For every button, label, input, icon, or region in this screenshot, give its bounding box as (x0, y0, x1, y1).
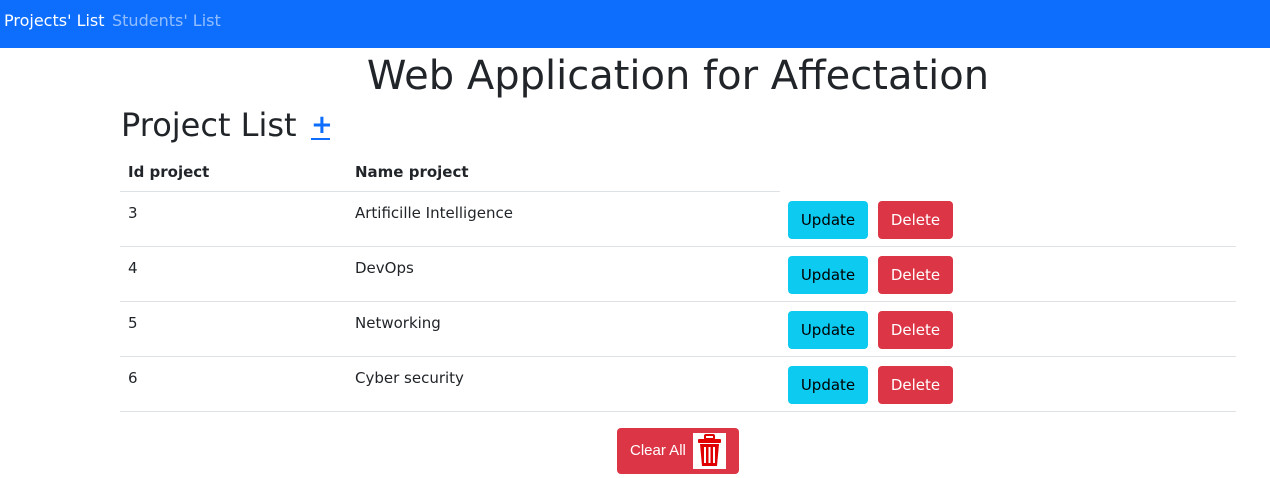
table-row: 6 Cyber security Update Delete (120, 357, 1236, 412)
section-title: Project List (121, 106, 297, 144)
delete-button[interactable]: Delete (878, 366, 953, 404)
project-id: 5 (128, 314, 138, 332)
page-title: Web Application for Affectation (366, 53, 990, 99)
clear-all-button[interactable]: Clear All (617, 428, 739, 474)
project-name: Artificille Intelligence (355, 204, 513, 222)
table-row: 3 Artificille Intelligence Update Delete (120, 192, 1236, 247)
column-header-name: Name project (355, 163, 469, 181)
update-button[interactable]: Update (788, 256, 868, 294)
project-name: DevOps (355, 259, 414, 277)
navbar: Projects' List Students' List (0, 0, 1270, 48)
project-name: Cyber security (355, 369, 464, 387)
table-row: 4 DevOps Update Delete (120, 247, 1236, 302)
nav-students-list[interactable]: Students' List (112, 11, 221, 31)
project-id: 3 (128, 204, 138, 222)
trash-icon (693, 433, 726, 469)
delete-button[interactable]: Delete (878, 201, 953, 239)
delete-button[interactable]: Delete (878, 311, 953, 349)
clear-all-label: Clear All (630, 442, 686, 459)
project-name: Networking (355, 314, 441, 332)
column-header-id: Id project (128, 163, 210, 181)
update-button[interactable]: Update (788, 201, 868, 239)
update-button[interactable]: Update (788, 366, 868, 404)
add-project-icon[interactable]: + (311, 110, 333, 140)
table-row: 5 Networking Update Delete (120, 302, 1236, 357)
nav-projects-list[interactable]: Projects' List (4, 11, 105, 31)
project-id: 4 (128, 259, 138, 277)
update-button[interactable]: Update (788, 311, 868, 349)
delete-button[interactable]: Delete (878, 256, 953, 294)
project-id: 6 (128, 369, 138, 387)
